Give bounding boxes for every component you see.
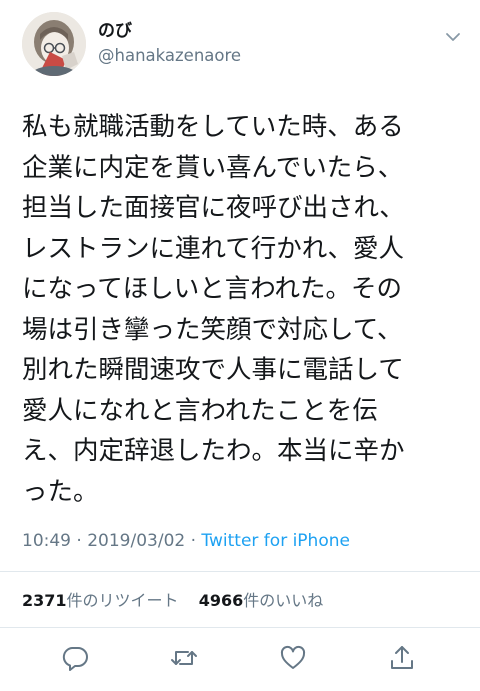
action-bar xyxy=(0,640,480,674)
tweet-stats: 2371件のリツイート 4966件のいいね xyxy=(22,590,323,612)
meta-separator: · xyxy=(71,531,88,551)
avatar-illustration xyxy=(22,12,86,76)
tweet-line: 愛人になれと言われたことを伝 xyxy=(22,395,378,426)
tweet-time[interactable]: 10:49 xyxy=(22,531,71,551)
tweet-line: え、内定辞退したわ。本当に辛か xyxy=(22,436,405,466)
tweet-line: 私も就職活動をしていた時、ある xyxy=(22,112,404,142)
tweet-meta: 10:49 · 2019/03/02 · Twitter for iPhone xyxy=(22,530,350,552)
tweet-line: レストランに連れて行かれ、愛人 xyxy=(22,233,404,264)
divider xyxy=(0,627,480,628)
like-label[interactable]: 件のいいね xyxy=(243,591,323,610)
reply-icon[interactable] xyxy=(61,644,89,672)
chevron-down-icon[interactable] xyxy=(444,28,462,46)
tweet-date[interactable]: 2019/03/02 xyxy=(87,531,185,551)
tweet-header: のび @hanakazenaore xyxy=(0,0,480,95)
tweet-text: 私も就職活動をしていた時、ある 企業に内定を貰い喜んでいたら、 担当した面接官に… xyxy=(22,107,462,512)
heart-icon[interactable] xyxy=(279,644,307,672)
tweet-line: 企業に内定を貰い喜んでいたら、 xyxy=(22,152,404,183)
tweet-line: 場は引き攣った笑顔で対応して、 xyxy=(22,314,403,345)
tweet-line: った。 xyxy=(22,476,99,507)
retweet-count[interactable]: 2371 xyxy=(22,591,67,610)
tweet-line: になってほしいと言われた。その xyxy=(22,274,402,304)
tweet-line: 担当した面接官に夜呼び出され、 xyxy=(22,193,405,223)
tweet-source-link[interactable]: Twitter for iPhone xyxy=(201,531,350,551)
tweet-line: 別れた瞬間速攻で人事に電話して xyxy=(22,355,404,385)
display-name[interactable]: のび xyxy=(98,20,132,42)
share-icon[interactable] xyxy=(388,644,416,672)
retweet-icon[interactable] xyxy=(170,644,198,672)
meta-separator: · xyxy=(185,531,202,551)
like-count[interactable]: 4966 xyxy=(199,591,244,610)
retweet-label[interactable]: 件のリツイート xyxy=(67,591,179,610)
divider xyxy=(0,571,480,572)
user-handle[interactable]: @hanakazenaore xyxy=(98,45,241,67)
avatar[interactable] xyxy=(22,12,86,76)
